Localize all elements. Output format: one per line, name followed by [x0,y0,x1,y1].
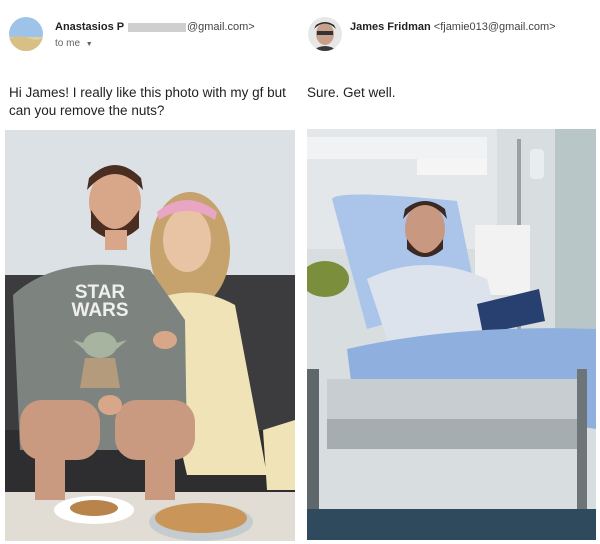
sender-name: James Fridman [350,21,431,33]
sender-avatar[interactable] [9,17,43,51]
left-email-panel: Anastasios P @gmail.com> to me ▼ Hi Jame… [0,0,300,544]
chevron-down-icon[interactable]: ▼ [86,41,93,48]
recipient-label: to me [55,38,81,49]
right-email-panel: James Fridman <fjamie013@gmail.com> Sure… [300,0,600,544]
couple-photo: STAR WARS [5,130,295,541]
sender-avatar[interactable] [308,17,342,51]
recipient-line[interactable]: to me ▼ [55,38,93,49]
sender-email: <fjamie013@gmail.com> [433,21,556,33]
sender-line: James Fridman <fjamie013@gmail.com> [350,21,556,33]
hospital-photo [307,129,596,540]
sender-email: @gmail.com> [186,21,255,33]
redacted-email-bar [127,22,186,32]
message-body: Sure. Get well. [307,85,396,100]
sweater-text-line2: WARS [72,300,129,321]
sender-line: Anastasios P @gmail.com> [55,21,255,33]
sender-name: Anastasios P [55,21,124,33]
message-body: Hi James! I really like this photo with … [9,85,286,118]
